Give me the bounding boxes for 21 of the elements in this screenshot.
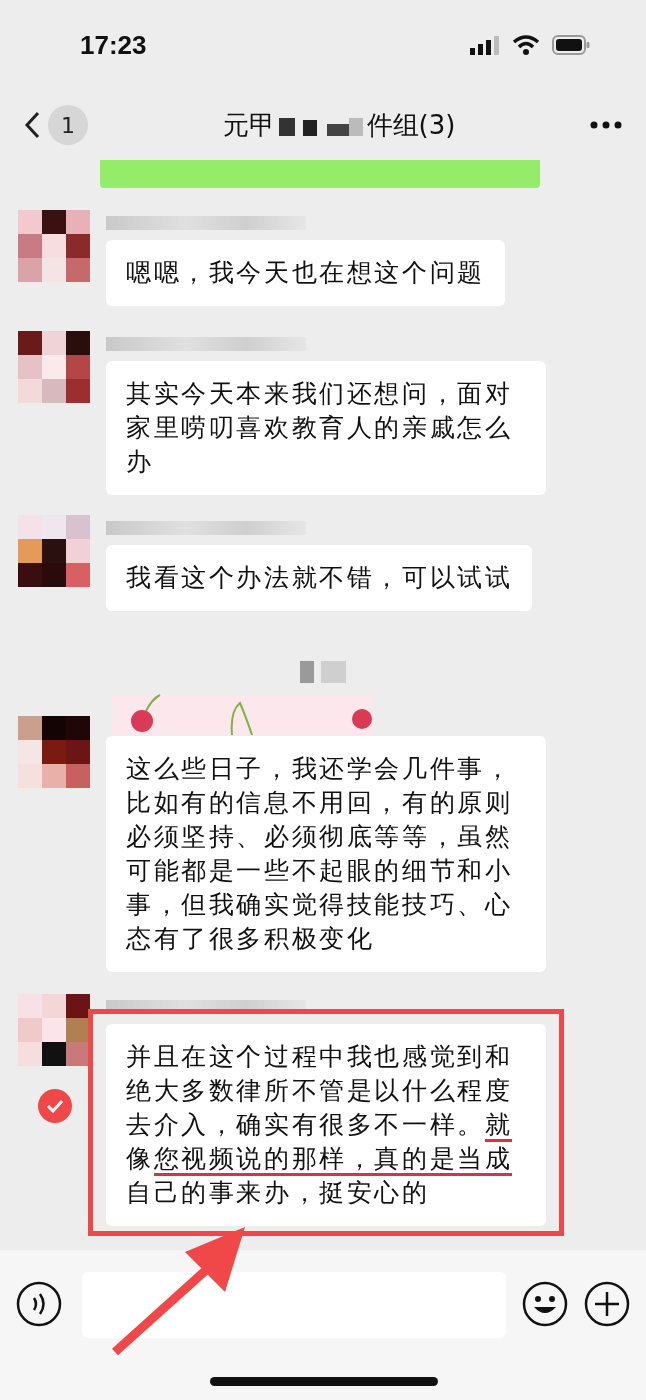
more-icon[interactable] — [590, 121, 622, 129]
chat-title: 元甲 — [222, 108, 275, 142]
back-icon[interactable] — [24, 111, 40, 139]
unread-badge: 1 — [48, 105, 88, 145]
blurred-timestamp — [300, 661, 346, 683]
plus-icon[interactable] — [584, 1281, 630, 1327]
emoji-icon[interactable] — [522, 1281, 568, 1327]
battery-icon — [552, 35, 590, 55]
message-bubble: 我看这个办法就不错，可以试试 — [106, 545, 533, 611]
voice-icon[interactable] — [16, 1281, 62, 1327]
message-bubble: 嗯嗯，我今天也在想这个问题 — [106, 240, 505, 306]
checkmark-icon — [46, 1099, 64, 1113]
wifi-icon — [512, 35, 540, 55]
message-bubble: 这么些日子，我还学会几件事，比如有的信息不用回，有的原则必须坚持、必须彻底等等，虽然可能都是一些不起眼的细节和小事，但我确实觉得技能技巧、心态有了很多积极变化 — [106, 736, 546, 972]
message-bubble: 其实今天本来我们还想问，面对家里唠叨喜欢教育人的亲戚怎么办 — [106, 361, 546, 495]
status-time: 17:23 — [80, 29, 147, 61]
signal-icon — [470, 35, 500, 55]
selected-check[interactable] — [38, 1089, 72, 1123]
chat-title: 件组(3) — [366, 108, 456, 142]
message-input[interactable] — [82, 1272, 506, 1338]
message-bubble: 并且在这个过程中我也感觉到和绝大多数律所不管是以什么程度去介入，确实有很多不一样。就 像您视频说的那样，真的是当成 自己的事来办，挺安心的 — [106, 1024, 546, 1226]
